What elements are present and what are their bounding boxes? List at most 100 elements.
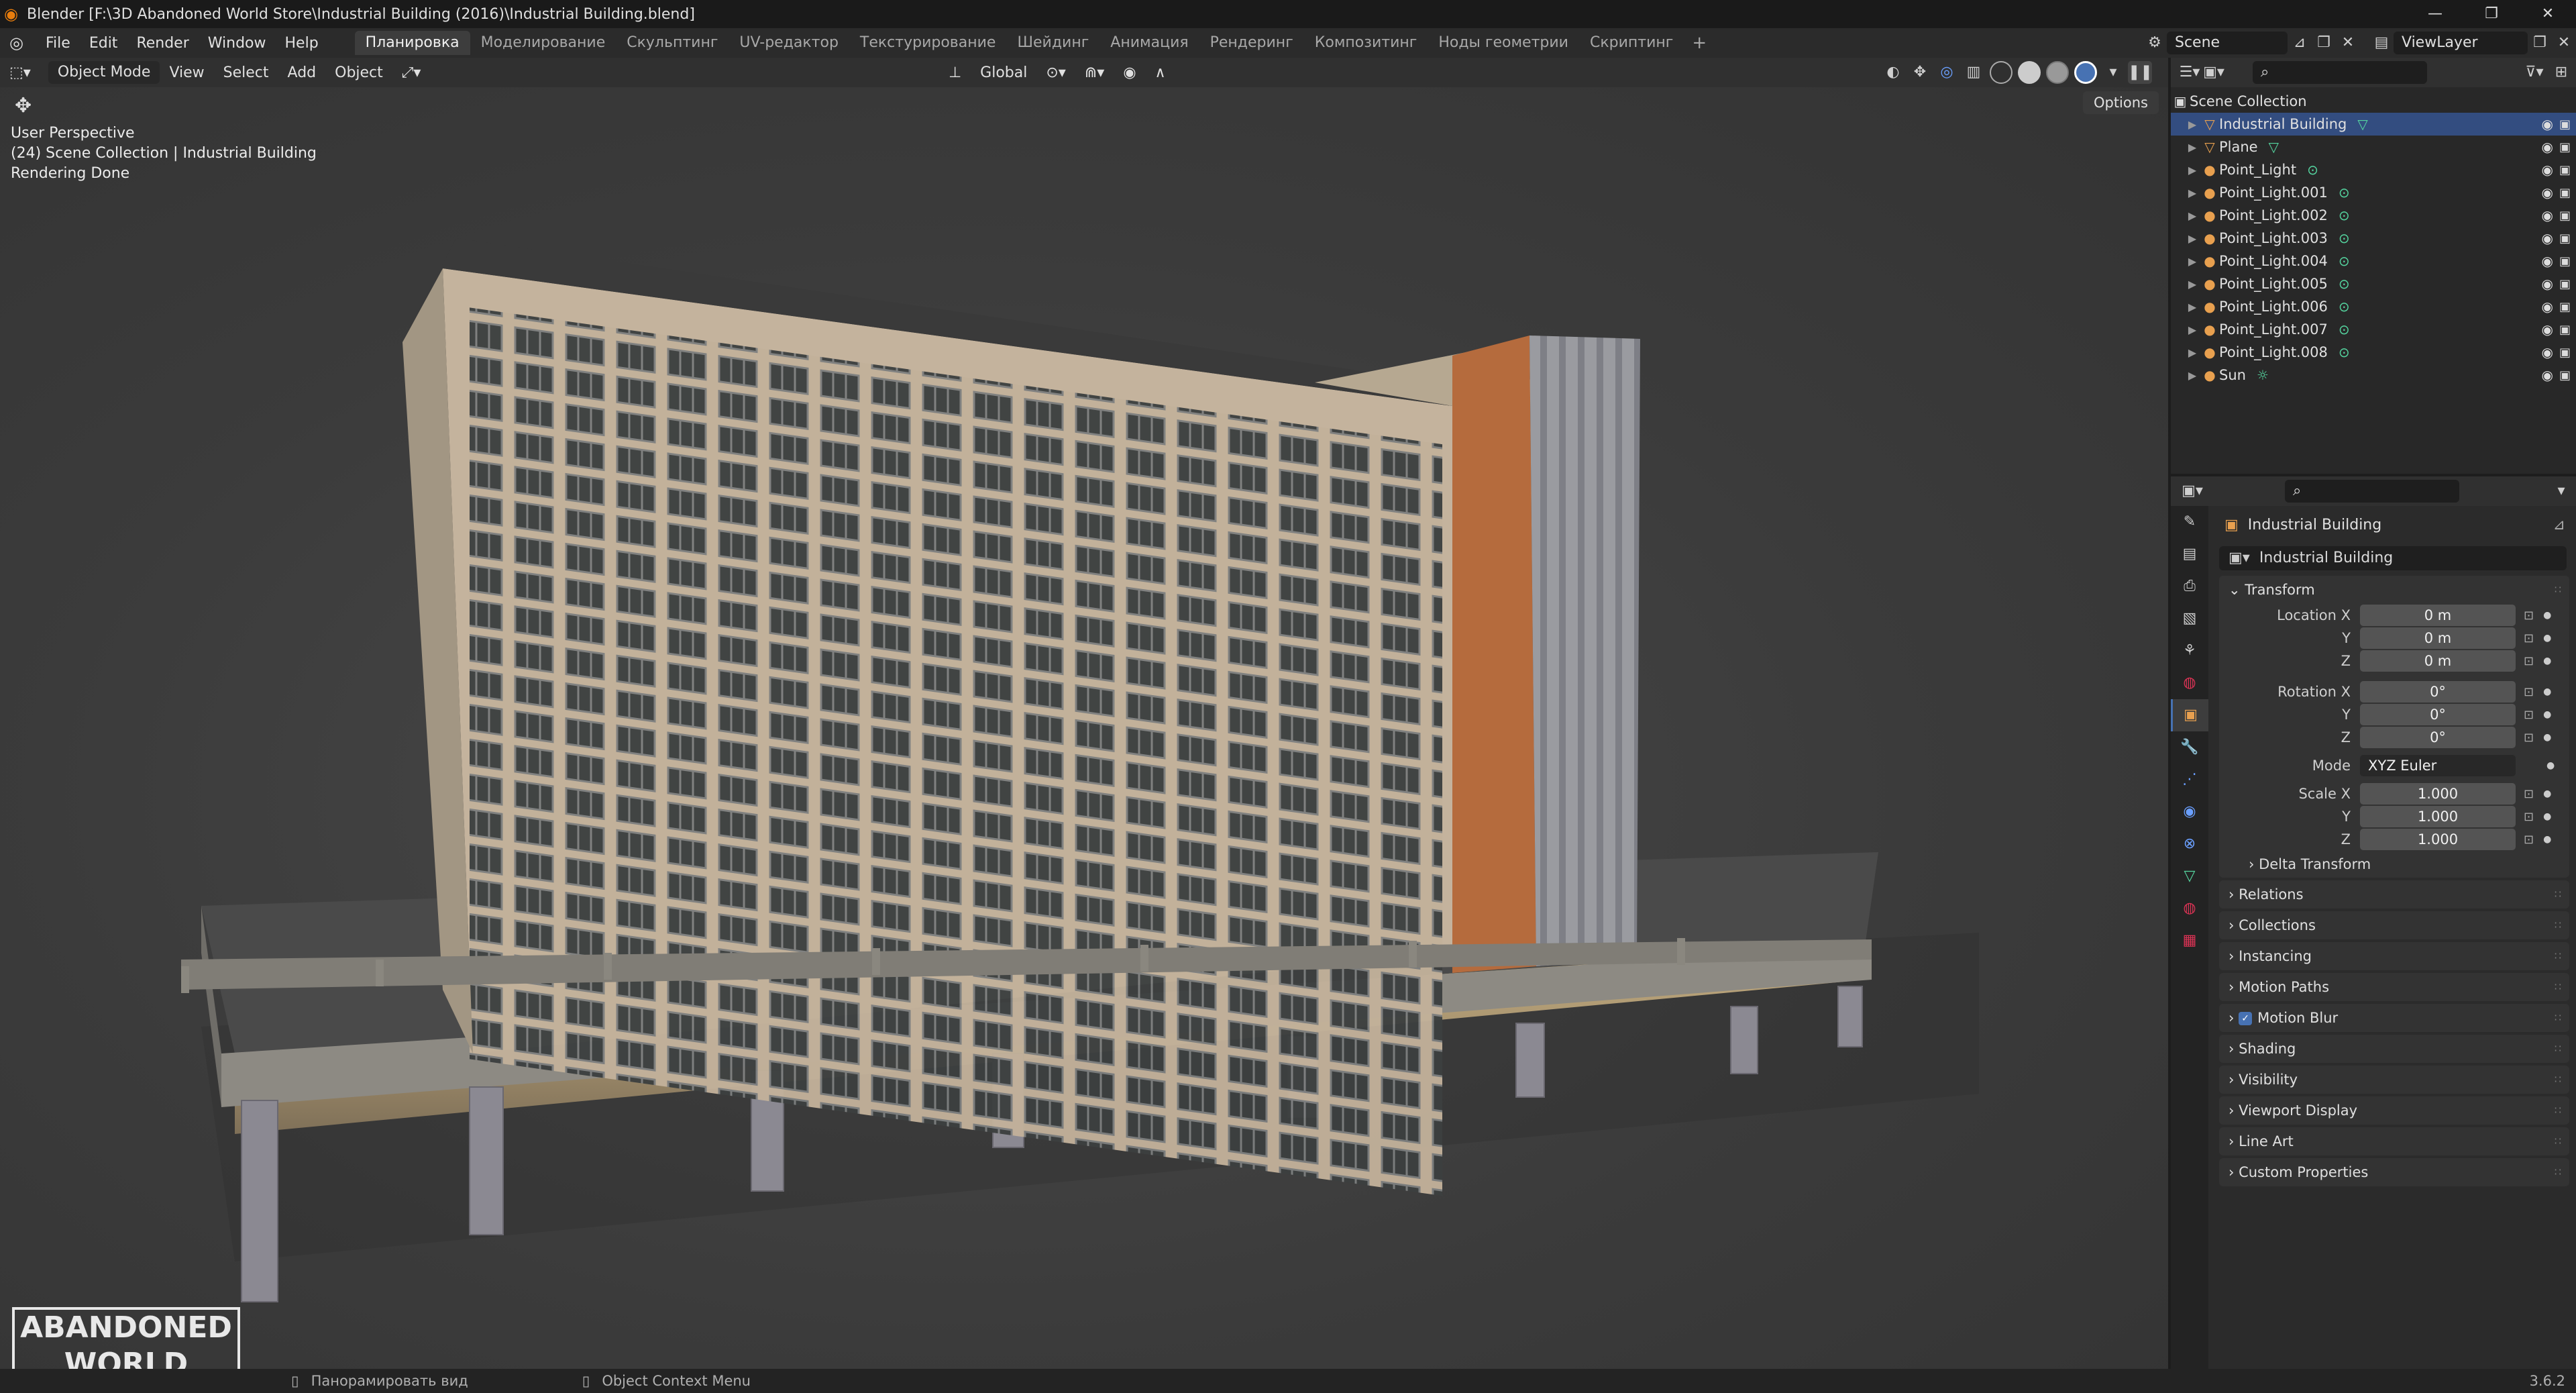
close-button[interactable]: ✕ [2520,0,2576,28]
drag-grip-icon[interactable]: ∷ [2555,1066,2561,1094]
wireframe-shading-icon[interactable] [1990,61,2012,84]
properties-options-icon[interactable]: ▾ [2549,480,2573,503]
expand-arrow-icon[interactable]: ▶ [2184,369,2200,382]
camera-icon[interactable]: ▣ [2559,186,2571,200]
outliner-item-point-light-004[interactable]: ▶ ● Point_Light.004 ⊙ ◉ ▣ [2171,250,2576,272]
pause-render-icon[interactable]: ❚❚ [2128,61,2153,84]
filter-icon[interactable]: ⊽▾ [2522,61,2546,84]
eye-icon[interactable]: ◉ [2542,321,2553,338]
delta-transform-subpanel[interactable]: › Delta Transform [2219,851,2569,878]
lock-icon[interactable]: ⊡ [2524,654,2534,668]
drag-grip-icon[interactable]: ∷ [2555,973,2561,1001]
outliner-editor-type-icon[interactable]: ☰▾ [2178,61,2202,84]
light-data-icon[interactable]: ⊙ [2339,185,2350,201]
display-mode-icon[interactable]: ▣▾ [2202,61,2226,84]
tab-shading[interactable]: Шейдинг [1006,31,1099,55]
object-name-value[interactable]: Industrial Building [2259,546,2393,570]
viewport-menu-select[interactable]: Select [214,64,278,81]
render-tab-icon[interactable]: ▤ [2171,538,2208,570]
outliner-item-point-light[interactable]: ▶ ● Point_Light ⊙ ◉ ▣ [2171,158,2576,181]
motion-blur-checkbox[interactable]: ✓ [2239,1012,2253,1025]
camera-icon[interactable]: ▣ [2559,277,2571,291]
pivot-icon[interactable]: ⊙▾ [1036,64,1075,81]
object-type-icon[interactable]: ▣▾ [2219,546,2259,570]
expand-arrow-icon[interactable]: ▶ [2184,187,2200,199]
outliner-item-point-light-008[interactable]: ▶ ● Point_Light.008 ⊙ ◉ ▣ [2171,341,2576,364]
rotation-y-field[interactable]: 0° [2360,704,2516,725]
lock-icon[interactable]: ⊡ [2524,609,2534,623]
relations-panel[interactable]: › Relations ∷ [2219,880,2569,909]
light-data-icon[interactable]: ⊙ [2339,344,2350,360]
tab-rendering[interactable]: Рендеринг [1199,31,1304,55]
view-layer-tab-icon[interactable]: ▧ [2171,603,2208,635]
instancing-panel[interactable]: › Instancing ∷ [2219,942,2569,970]
eye-icon[interactable]: ◉ [2542,367,2553,383]
lock-icon[interactable]: ⊡ [2524,787,2534,801]
tab-compositing[interactable]: Композитинг [1304,31,1428,55]
sun-data-icon[interactable]: ☼ [2257,367,2269,383]
gizmo-icon[interactable]: ✥ [1908,61,1932,84]
light-data-icon[interactable]: ⊙ [2339,321,2350,338]
eye-icon[interactable]: ◉ [2542,276,2553,292]
light-data-icon[interactable]: ⊙ [2307,162,2318,178]
object-name-field[interactable]: ▣▾ Industrial Building [2219,546,2567,570]
viewport-menu-object[interactable]: Object [325,64,392,81]
drag-grip-icon[interactable]: ∷ [2555,1004,2561,1032]
tab-uv-editing[interactable]: UV-редактор [729,31,849,55]
expand-arrow-icon[interactable]: ▶ [2184,255,2200,268]
tab-layout[interactable]: Планировка [354,31,470,55]
collections-panel[interactable]: › Collections ∷ [2219,911,2569,939]
expand-arrow-icon[interactable]: ▶ [2184,164,2200,176]
drag-grip-icon[interactable]: ∷ [2555,942,2561,970]
lock-icon[interactable]: ⊡ [2524,731,2534,745]
eye-icon[interactable]: ◉ [2542,139,2553,155]
viewport-menu-add[interactable]: Add [278,64,326,81]
material-tab-icon[interactable]: ◍ [2171,892,2208,925]
tab-scripting[interactable]: Скриптинг [1579,31,1684,55]
orientation-icon[interactable]: ⊥ [939,64,971,81]
material-shading-icon[interactable] [2046,61,2069,84]
light-data-icon[interactable]: ⊙ [2339,207,2350,223]
keyframe-dot-icon[interactable]: ● [2543,834,2551,845]
blender-menu-icon[interactable]: ◎ [9,34,36,52]
drag-grip-icon[interactable]: ∷ [2555,1158,2561,1186]
new-viewlayer-icon[interactable]: ❐ [2528,32,2552,54]
scene-tab-icon[interactable]: ⚘ [2171,635,2208,667]
overlay-icon[interactable]: ◎ [1935,61,1959,84]
drag-grip-icon[interactable]: ∷ [2555,576,2561,604]
tab-animation[interactable]: Анимация [1099,31,1199,55]
menu-help[interactable]: Help [276,35,328,52]
physics-tab-icon[interactable]: ◉ [2171,796,2208,828]
modifier-tab-icon[interactable]: 🔧 [2171,731,2208,764]
proportional-edit-icon[interactable]: ◉ [1114,64,1145,81]
lock-icon[interactable]: ⊡ [2524,810,2534,824]
properties-search-input[interactable]: ⌕ [2285,480,2459,503]
eye-icon[interactable]: ◉ [2542,207,2553,223]
new-scene-icon[interactable]: ❐ [2312,32,2336,54]
keyframe-dot-icon[interactable]: ● [2543,656,2551,666]
eye-icon[interactable]: ◉ [2542,299,2553,315]
rotation-mode-dropdown[interactable]: XYZ Euler [2360,755,2516,776]
camera-icon[interactable]: ▣ [2559,231,2571,246]
data-tab-icon[interactable]: ▽ [2171,860,2208,892]
outliner-item-point-light-007[interactable]: ▶ ● Point_Light.007 ⊙ ◉ ▣ [2171,318,2576,341]
location-y-field[interactable]: 0 m [2360,627,2516,649]
outliner-item-sun[interactable]: ▶ ● Sun ☼ ◉ ▣ [2171,364,2576,386]
new-collection-icon[interactable]: ⊞ [2549,61,2573,84]
shading-panel[interactable]: › Shading ∷ [2219,1035,2569,1063]
scale-y-field[interactable]: 1.000 [2360,806,2516,827]
outliner-item-point-light-005[interactable]: ▶ ● Point_Light.005 ⊙ ◉ ▣ [2171,272,2576,295]
viewlayer-icon[interactable]: ▤ [2369,32,2394,54]
tab-modeling[interactable]: Моделирование [470,31,616,55]
mesh-data-icon[interactable]: ▽ [2269,139,2279,155]
gizmo-transform-icon[interactable]: ⤢▾ [392,64,431,81]
lock-icon[interactable]: ⊡ [2524,833,2534,847]
outliner-item-industrial-building[interactable]: ▶ ▽ Industrial Building ▽ ◉ ▣ [2171,113,2576,136]
menu-render[interactable]: Render [127,35,198,52]
camera-icon[interactable]: ▣ [2559,346,2571,360]
tool-tab-icon[interactable]: ✎ [2171,506,2208,538]
world-tab-icon[interactable]: ◍ [2171,667,2208,699]
lock-icon[interactable]: ⊡ [2524,708,2534,722]
rendered-shading-icon[interactable] [2074,61,2097,84]
keyframe-dot-icon[interactable]: ● [2543,788,2551,799]
